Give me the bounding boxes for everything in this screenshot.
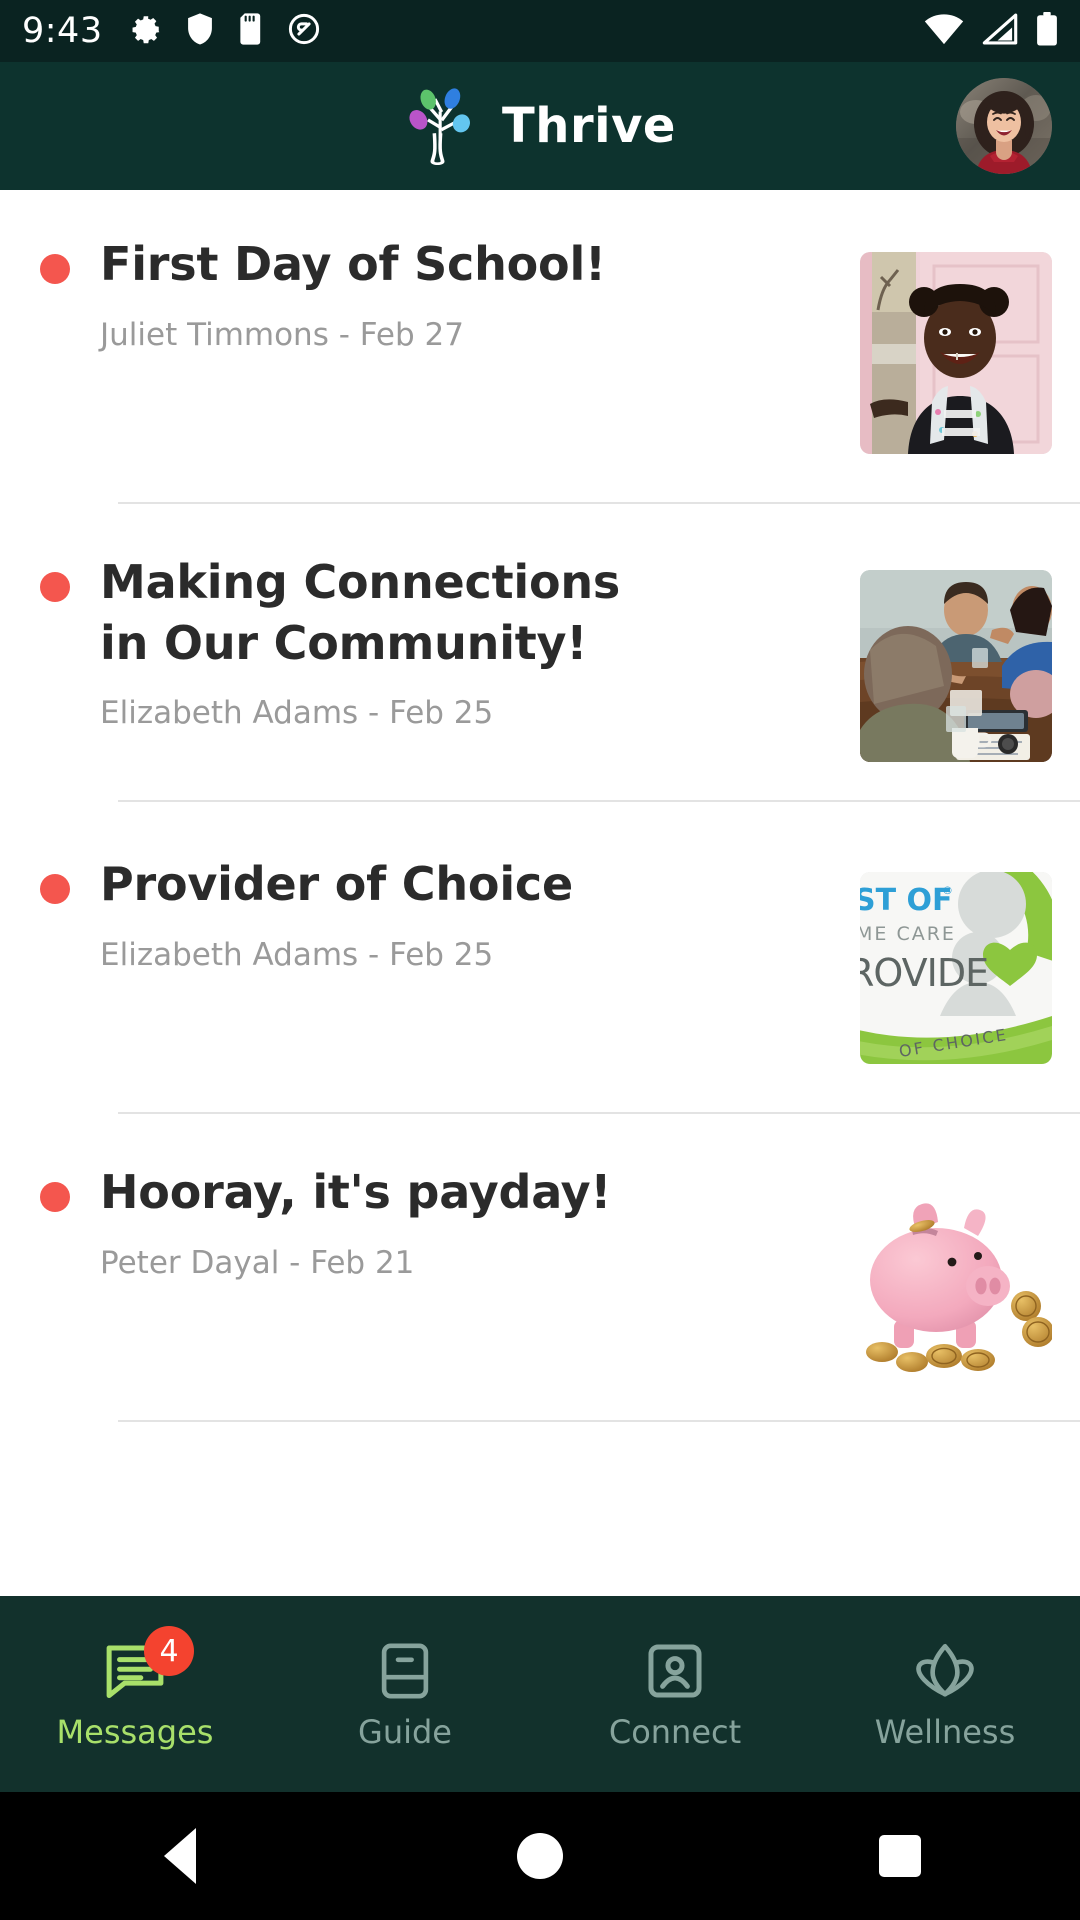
list-item[interactable]: Provider of Choice Elizabeth Adams - Feb…	[0, 802, 1080, 1064]
sd-card-icon	[237, 12, 265, 50]
home-circle-icon	[517, 1833, 563, 1879]
status-bar-left-icons	[129, 12, 321, 50]
message-text: Hooray, it's payday! Peter Dayal - Feb 2…	[70, 1162, 860, 1282]
chat-bubble-icon: 4	[100, 1626, 194, 1702]
nav-item-connect[interactable]: Connect	[540, 1640, 810, 1748]
thrive-tree-logo-icon	[404, 81, 476, 171]
svg-text:ST OF: ST OF	[860, 883, 953, 918]
cellular-signal-icon	[982, 13, 1018, 49]
status-bar: 9:43	[0, 0, 1080, 62]
message-thumbnail[interactable]: ST OF ® ME CARE ROVIDE OF CHOICE	[860, 872, 1052, 1064]
recent-apps-button[interactable]	[790, 1792, 1010, 1920]
message-thumbnail[interactable]	[860, 1180, 1052, 1372]
message-thumbnail[interactable]	[860, 570, 1052, 762]
message-content: Hooray, it's payday! Peter Dayal - Feb 2…	[0, 1162, 860, 1282]
message-text: Provider of Choice Elizabeth Adams - Feb…	[70, 854, 860, 974]
app-header: Thrive	[0, 62, 1080, 190]
message-content: Provider of Choice Elizabeth Adams - Feb…	[0, 854, 860, 974]
piggy-bank-with-coins-photo-icon	[860, 1180, 1052, 1372]
message-title: First Day of School!	[100, 237, 606, 291]
book-icon	[370, 1640, 440, 1702]
list-item[interactable]: Hooray, it's payday! Peter Dayal - Feb 2…	[0, 1114, 1080, 1372]
status-bar-right-icons	[924, 0, 1058, 62]
list-item[interactable]: Making Connections in Our Community! Eli…	[0, 504, 1080, 762]
messages-badge: 4	[144, 1626, 194, 1676]
message-meta: Elizabeth Adams - Feb 25	[100, 695, 494, 732]
best-of-home-care-provider-of-choice-badge-icon: ST OF ® ME CARE ROVIDE OF CHOICE	[860, 872, 1052, 1064]
message-list[interactable]: First Day of School! Juliet Timmons - Fe…	[0, 190, 1080, 1596]
nav-item-messages[interactable]: 4 Messages	[0, 1626, 270, 1751]
phone-screen: 9:43 Thrive First Day of School! Juliet …	[0, 0, 1080, 1920]
system-navigation-bar[interactable]	[0, 1792, 1080, 1920]
unread-dot-icon	[40, 1182, 70, 1212]
back-triangle-icon	[164, 1828, 196, 1884]
battery-icon	[1036, 12, 1058, 50]
nav-item-wellness[interactable]: Wellness	[810, 1640, 1080, 1748]
message-content: First Day of School! Juliet Timmons - Fe…	[0, 234, 860, 354]
bottom-navigation[interactable]: 4 Messages Guide Connect Wellness	[0, 1596, 1080, 1792]
message-text: Making Connections in Our Community! Eli…	[70, 552, 860, 733]
app-title: Thrive	[502, 98, 676, 154]
list-divider	[118, 1420, 1080, 1422]
message-meta: Elizabeth Adams - Feb 25	[100, 936, 494, 973]
message-thumbnail[interactable]	[860, 252, 1052, 454]
back-button[interactable]	[70, 1792, 290, 1920]
svg-text:ROVIDE: ROVIDE	[860, 951, 988, 995]
unread-dot-icon	[40, 254, 70, 284]
list-item[interactable]: First Day of School! Juliet Timmons - Fe…	[0, 190, 1080, 454]
people-at-table-meeting-photo-icon	[860, 570, 1052, 762]
message-content: Making Connections in Our Community! Eli…	[0, 552, 860, 733]
message-title: Provider of Choice	[100, 857, 573, 911]
recent-apps-square-icon	[879, 1835, 921, 1877]
wifi-icon	[924, 13, 964, 49]
nav-label-wellness: Wellness	[874, 1713, 1016, 1751]
status-bar-clock: 9:43	[22, 11, 103, 51]
shield-icon	[185, 12, 215, 50]
contact-card-icon	[640, 1640, 710, 1702]
message-text: First Day of School! Juliet Timmons - Fe…	[70, 234, 860, 354]
app-brand: Thrive	[404, 81, 676, 171]
unread-dot-icon	[40, 874, 70, 904]
message-meta: Peter Dayal - Feb 21	[100, 1244, 415, 1281]
nav-label-connect: Connect	[608, 1713, 742, 1751]
nav-item-guide[interactable]: Guide	[270, 1640, 540, 1748]
svg-text:®: ®	[942, 884, 953, 897]
svg-text:ME CARE: ME CARE	[860, 923, 956, 945]
lotus-icon	[910, 1640, 980, 1702]
nav-label-guide: Guide	[358, 1713, 452, 1751]
message-title: Making Connections in Our Community!	[100, 555, 621, 670]
message-meta: Juliet Timmons - Feb 27	[100, 316, 464, 353]
unread-dot-icon	[40, 572, 70, 602]
home-button[interactable]	[430, 1792, 650, 1920]
nav-label-messages: Messages	[56, 1713, 214, 1751]
child-smiling-pink-door-photo-icon	[860, 252, 1052, 454]
message-title: Hooray, it's payday!	[100, 1165, 612, 1219]
data-saver-icon	[287, 12, 321, 50]
user-avatar-photo-icon	[956, 78, 1052, 174]
gear-icon	[129, 12, 163, 50]
avatar[interactable]	[956, 78, 1052, 174]
